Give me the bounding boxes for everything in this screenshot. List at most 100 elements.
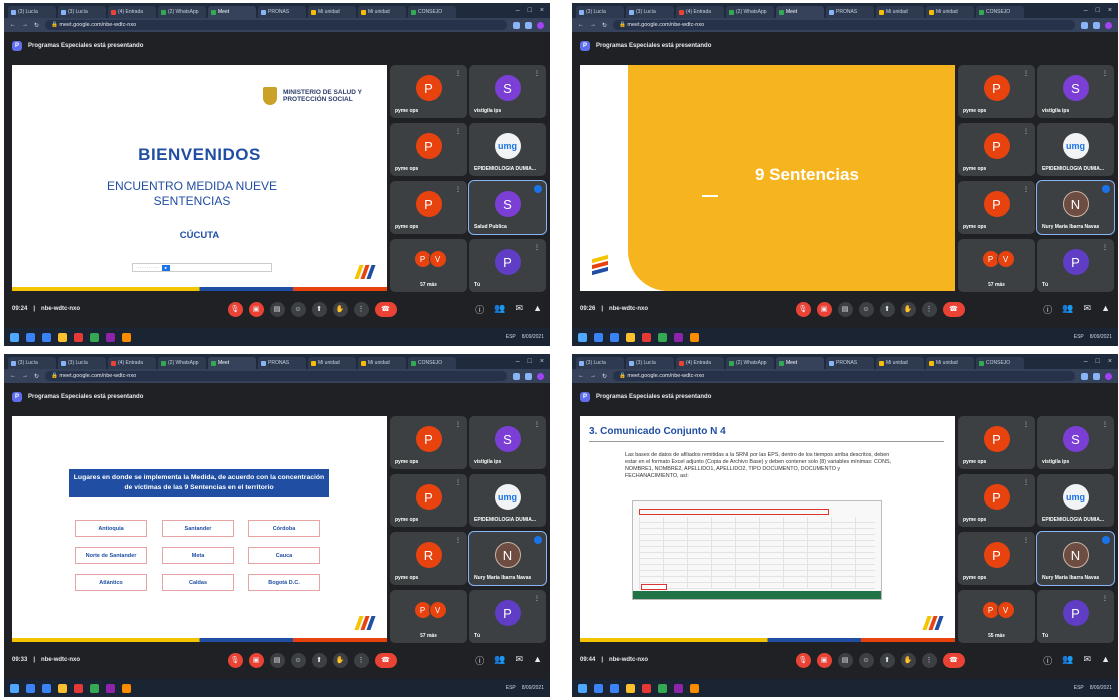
back-icon[interactable]: ← [578,373,584,379]
search-icon[interactable] [26,332,35,342]
extension-icon[interactable] [525,372,532,380]
activities-icon[interactable]: ▲ [533,303,542,316]
captions-icon[interactable]: ▤ [269,652,285,668]
others-tile[interactable]: P V 55 más [958,590,1035,643]
app-icon[interactable] [106,332,115,342]
captions-icon[interactable]: ▤ [837,652,853,668]
edge-icon[interactable] [610,332,619,342]
participant-tile-speaking[interactable]: N Nury María Ibarra Navas [468,531,547,586]
app-icon[interactable] [106,683,115,693]
more-options-icon[interactable]: ⋮ [353,652,369,668]
back-icon[interactable]: ← [578,22,584,28]
reload-icon[interactable]: ↻ [602,22,607,29]
participant-tile[interactable]: Ppyme ops ⋮ [390,181,467,234]
raise-hand-icon[interactable]: ✋ [332,652,348,668]
forward-icon[interactable]: → [590,373,596,379]
emoji-icon[interactable]: ☺ [290,652,306,668]
present-icon[interactable]: ⬆ [311,652,327,668]
url-field[interactable]: 🔒 meet.google.com/nbe-wdtc-nxo [45,371,507,381]
browser-tab[interactable]: Mi unidad [358,6,406,18]
browser-tab[interactable]: Mi unidad [876,6,924,18]
info-icon[interactable]: ⓘ [1043,303,1052,316]
browser-tab[interactable]: CONSEJO [976,357,1024,369]
raise-hand-icon[interactable]: ✋ [332,301,348,317]
participant-tile[interactable]: Ppyme ops ⋮ [390,474,467,527]
file-explorer-icon[interactable] [58,332,67,342]
browser-tab[interactable]: Mi unidad [308,357,356,369]
extension-icon[interactable] [1081,372,1088,380]
participant-tile-speaking[interactable]: N Nury María Ibarra Navas [1036,531,1115,586]
participant-tile[interactable]: Ppyme ops ⋮ [958,123,1035,176]
chrome-icon[interactable] [658,683,667,693]
office-icon[interactable] [642,332,651,342]
browser-tab[interactable]: (3) Lucía [8,357,56,369]
file-explorer-icon[interactable] [626,683,635,693]
profile-avatar[interactable] [1105,372,1112,380]
browser-tab[interactable]: Mi unidad [926,6,974,18]
activities-icon[interactable]: ▲ [1101,654,1110,667]
profile-avatar[interactable] [537,372,544,380]
search-icon[interactable] [594,332,603,342]
browser-tab[interactable]: (4) Entrada [108,357,156,369]
browser-tab[interactable]: (2) WhatsApp [726,357,774,369]
browser-tab[interactable]: (3) Lucía [576,357,624,369]
minimize-icon[interactable]: – [516,358,520,365]
camera-icon[interactable]: ▣ [816,652,832,668]
edge-icon[interactable] [42,332,51,342]
people-icon[interactable]: 👥 [1062,303,1073,316]
windows-start-icon[interactable] [578,683,587,693]
captions-icon[interactable]: ▤ [269,301,285,317]
browser-tab[interactable]: (4) Entrada [676,357,724,369]
file-explorer-icon[interactable] [626,332,635,342]
browser-tab[interactable]: (2) WhatsApp [726,6,774,18]
raise-hand-icon[interactable]: ✋ [900,652,916,668]
chrome-icon[interactable] [90,683,99,693]
search-icon[interactable] [26,683,35,693]
mic-icon[interactable]: 🎙 [227,652,243,668]
more-options-icon[interactable]: ⋮ [921,652,937,668]
edge-icon[interactable] [610,683,619,693]
camera-icon[interactable]: ▣ [816,301,832,317]
url-field[interactable]: 🔒 meet.google.com/nbe-wdtc-nxo [613,20,1075,30]
forward-icon[interactable]: → [22,373,28,379]
camera-icon[interactable]: ▣ [248,301,264,317]
app-icon[interactable] [674,683,683,693]
participant-tile[interactable]: Rpyme ops ⋮ [390,532,467,585]
raise-hand-icon[interactable]: ✋ [900,301,916,317]
chat-icon[interactable]: ✉ [516,303,524,316]
emoji-icon[interactable]: ☺ [858,652,874,668]
participant-tile[interactable]: Ppyme ops ⋮ [390,123,467,176]
reload-icon[interactable]: ↻ [34,22,39,29]
participant-tile[interactable]: umg EPIDEMIOLOGIA DUMIA... [469,123,546,176]
leave-call-button[interactable]: ☎ [942,652,965,668]
forward-icon[interactable]: → [590,22,596,28]
maximize-icon[interactable]: □ [528,7,532,14]
self-tile[interactable]: P Tú ⋮ [469,590,546,643]
office-icon[interactable] [74,683,83,693]
info-icon[interactable]: ⓘ [1043,654,1052,667]
maximize-icon[interactable]: □ [1096,358,1100,365]
participant-tile[interactable]: Ppyme ops ⋮ [958,65,1035,118]
maximize-icon[interactable]: □ [528,358,532,365]
browser-tab[interactable]: CONSEJO [408,6,456,18]
people-icon[interactable]: 👥 [494,654,505,667]
powerpoint-icon[interactable] [690,683,699,693]
mic-icon[interactable]: 🎙 [795,301,811,317]
present-icon[interactable]: ⬆ [879,652,895,668]
browser-tab[interactable]: (2) WhatsApp [158,357,206,369]
participant-tile-speaking[interactable]: N Nury María Ibarra Navas [1036,180,1115,235]
participant-tile[interactable]: Svistigila ips ⋮ [1037,65,1114,118]
file-explorer-icon[interactable] [58,683,67,693]
self-tile[interactable]: P Tú ⋮ [1037,239,1114,292]
minimize-icon[interactable]: – [1084,7,1088,14]
minimize-icon[interactable]: – [1084,358,1088,365]
captions-icon[interactable]: ▤ [837,301,853,317]
camera-icon[interactable]: ▣ [248,652,264,668]
chrome-icon[interactable] [658,332,667,342]
mic-icon[interactable]: 🎙 [227,301,243,317]
windows-start-icon[interactable] [10,683,19,693]
present-icon[interactable]: ⬆ [879,301,895,317]
close-icon[interactable]: × [540,7,544,14]
browser-tab[interactable]: CONSEJO [408,357,456,369]
browser-tab[interactable]: (3) Lucía [576,6,624,18]
